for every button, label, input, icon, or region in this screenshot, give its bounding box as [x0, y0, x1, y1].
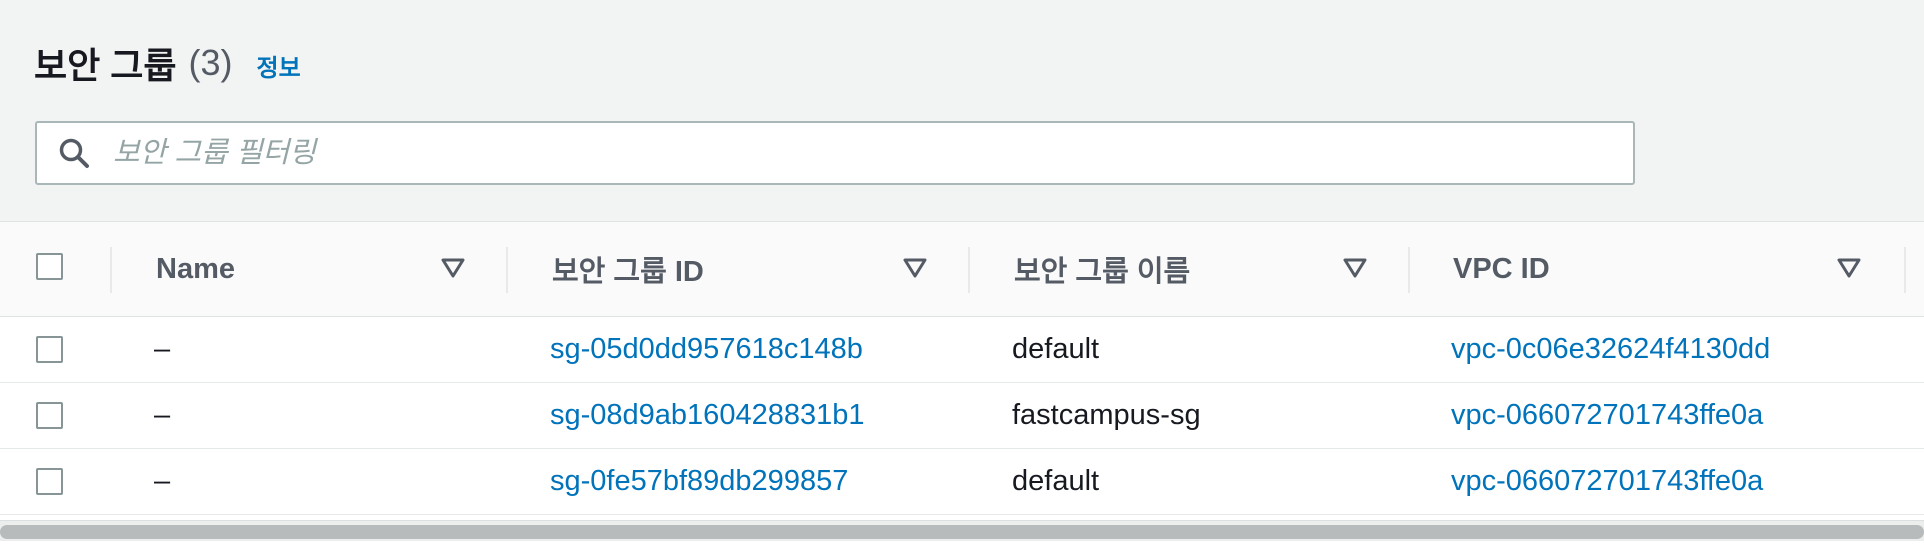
cell-name: – [154, 399, 171, 431]
column-divider[interactable] [110, 247, 112, 293]
sort-down-triangle-icon[interactable] [1342, 255, 1368, 281]
sort-down-triangle-icon[interactable] [902, 255, 928, 281]
page-title: 보안 그룹 [34, 45, 177, 86]
table-row[interactable]: – sg-05d0dd957618c148b default vpc-0c06e… [0, 317, 1924, 383]
column-divider[interactable] [1408, 247, 1410, 293]
search-input[interactable] [111, 127, 1595, 179]
security-groups-table: Name 보안 그룹 ID 보안 그룹 이름 VPC ID – sg-05d0d… [0, 221, 1924, 553]
row-checkbox[interactable] [36, 336, 63, 363]
column-header-vpc-id[interactable]: VPC ID [1453, 222, 1550, 316]
cell-sg-name: default [1012, 333, 1100, 365]
column-divider[interactable] [968, 247, 970, 293]
cell-vpc-id-link[interactable]: vpc-0c06e32624f4130dd [1451, 317, 1770, 382]
table-row[interactable]: – sg-0fe57bf89db299857 default vpc-06607… [0, 449, 1924, 515]
cell-name: – [154, 465, 171, 497]
cell-sg-id-link[interactable]: sg-0fe57bf89db299857 [550, 449, 848, 514]
search-icon [57, 136, 91, 170]
column-header-label: Name [156, 252, 235, 285]
section-header: 보안 그룹 (3) 정보 [34, 38, 301, 88]
column-header-sg-id[interactable]: 보안 그룹 ID [552, 222, 704, 316]
row-checkbox[interactable] [36, 468, 63, 495]
column-header-label: 보안 그룹 ID [552, 256, 704, 288]
cell-vpc-id-link[interactable]: vpc-066072701743ffe0a [1451, 383, 1763, 448]
row-checkbox[interactable] [36, 402, 63, 429]
cell-sg-id-link[interactable]: sg-05d0dd957618c148b [550, 317, 863, 382]
horizontal-scrollbar[interactable] [0, 520, 1924, 541]
column-header-label: 보안 그룹 이름 [1014, 256, 1191, 288]
column-header-label: VPC ID [1453, 252, 1550, 285]
cell-sg-name: fastcampus-sg [1012, 399, 1201, 431]
table-header: Name 보안 그룹 ID 보안 그룹 이름 VPC ID [0, 222, 1924, 317]
select-all-checkbox[interactable] [36, 253, 63, 280]
table-row[interactable]: – sg-08d9ab160428831b1 fastcampus-sg vpc… [0, 383, 1924, 449]
search-box[interactable] [35, 121, 1635, 185]
column-header-name[interactable]: Name [156, 222, 235, 316]
item-count: (3) [188, 42, 233, 83]
cell-sg-name: default [1012, 465, 1100, 497]
cell-vpc-id-link[interactable]: vpc-066072701743ffe0a [1451, 449, 1763, 514]
info-link[interactable]: 정보 [256, 48, 300, 83]
sort-down-triangle-icon[interactable] [1836, 255, 1862, 281]
cell-name: – [154, 333, 171, 365]
column-divider[interactable] [506, 247, 508, 293]
sort-down-triangle-icon[interactable] [440, 255, 466, 281]
scrollbar-thumb[interactable] [0, 525, 1924, 539]
column-header-sg-name[interactable]: 보안 그룹 이름 [1014, 222, 1190, 316]
column-divider[interactable] [1904, 247, 1906, 293]
cell-sg-id-link[interactable]: sg-08d9ab160428831b1 [550, 383, 864, 448]
